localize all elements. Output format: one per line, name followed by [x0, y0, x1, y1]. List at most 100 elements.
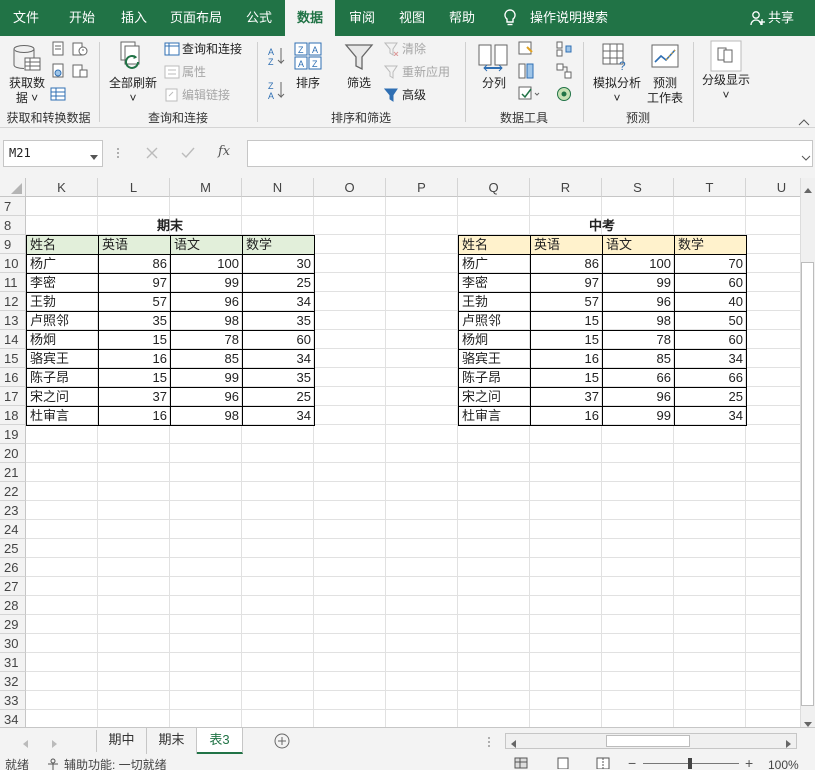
row-header-11[interactable]: 11 [0, 273, 26, 292]
share-button[interactable]: 共享 [768, 0, 794, 36]
table-score-cell[interactable]: 98 [602, 311, 675, 331]
refresh-all-button[interactable]: 全部刷新 ˅ [105, 76, 161, 106]
table-score-cell[interactable]: 97 [530, 273, 603, 293]
row-header-14[interactable]: 14 [0, 330, 26, 349]
table-score-cell[interactable]: 66 [602, 368, 675, 388]
reapply-button[interactable]: 重新应用 [402, 65, 450, 80]
refresh-all-icon[interactable] [118, 40, 148, 77]
table-name-cell[interactable]: 陈子昂 [26, 368, 99, 388]
table-score-cell[interactable]: 16 [530, 406, 603, 426]
row-header-7[interactable]: 7 [0, 197, 26, 216]
name-box[interactable]: M21 [3, 140, 103, 167]
row-header-25[interactable]: 25 [0, 539, 26, 558]
table-score-cell[interactable]: 57 [98, 292, 171, 312]
table-header-cell[interactable]: 英语 [98, 235, 171, 255]
worksheet-grid[interactable]: KLMNOPQRSTU 7 8 9 10 11 12 13 14 15 16 17 18 19 20 21 2… [0, 178, 800, 727]
scroll-left-icon[interactable] [510, 737, 516, 751]
table-score-cell[interactable]: 35 [242, 368, 315, 388]
table-name-cell[interactable]: 骆宾王 [26, 349, 99, 369]
table-score-cell[interactable]: 100 [170, 254, 243, 274]
row-header-16[interactable]: 16 [0, 368, 26, 387]
sort-za-icon[interactable]: ZA [268, 80, 286, 103]
filter-button[interactable]: 筛选 [347, 76, 371, 91]
normal-view-icon[interactable] [514, 757, 528, 770]
row-header-24[interactable]: 24 [0, 520, 26, 539]
column-header-R[interactable]: R [530, 178, 602, 197]
existing-connections-icon[interactable] [72, 63, 88, 82]
column-header-M[interactable]: M [170, 178, 242, 197]
queries-connections-button[interactable]: 查询和连接 [182, 42, 242, 57]
forecast-sheet-button[interactable]: 预测 工作表 [645, 76, 685, 106]
column-header-T[interactable]: T [674, 178, 746, 197]
table-header-cell[interactable]: 语文 [170, 235, 243, 255]
data-validation-icon[interactable] [518, 86, 542, 105]
table-score-cell[interactable]: 15 [98, 330, 171, 350]
table-score-cell[interactable]: 78 [602, 330, 675, 350]
recent-sources-icon[interactable] [72, 41, 88, 60]
table-name-cell[interactable]: 卢照邻 [458, 311, 531, 331]
tab-page-layout[interactable]: 页面布局 [162, 0, 230, 36]
relationships-icon[interactable] [556, 63, 572, 82]
tab-data[interactable]: 数据 [285, 0, 335, 36]
expand-formula-bar-icon[interactable] [801, 150, 811, 164]
share-person-icon[interactable] [750, 10, 766, 29]
edit-links-button[interactable]: 编辑链接 [182, 88, 230, 103]
horizontal-scrollbar[interactable] [505, 733, 797, 749]
properties-button[interactable]: 属性 [182, 65, 206, 80]
text-to-columns-icon[interactable] [478, 42, 510, 75]
table-score-cell[interactable]: 34 [242, 349, 315, 369]
filter-funnel-icon[interactable] [344, 42, 374, 75]
sort-az-icon[interactable]: AZ [268, 46, 286, 69]
what-if-analysis-button[interactable]: 模拟分析 ˅ [591, 76, 643, 106]
row-header-28[interactable]: 28 [0, 596, 26, 615]
table-score-cell[interactable]: 99 [170, 273, 243, 293]
table-header-cell[interactable]: 英语 [530, 235, 603, 255]
table-score-cell[interactable]: 50 [674, 311, 747, 331]
collapse-ribbon-icon[interactable] [798, 115, 810, 129]
table-score-cell[interactable]: 99 [602, 273, 675, 293]
table-score-cell[interactable]: 60 [674, 273, 747, 293]
row-header-15[interactable]: 15 [0, 349, 26, 368]
tab-formulas[interactable]: 公式 [234, 0, 284, 36]
tab-insert[interactable]: 插入 [108, 0, 160, 36]
from-text-icon[interactable] [50, 41, 66, 60]
table-score-cell[interactable]: 60 [674, 330, 747, 350]
remove-duplicates-icon[interactable] [518, 63, 534, 82]
data-model-icon[interactable] [556, 86, 572, 105]
table-score-cell[interactable]: 34 [674, 406, 747, 426]
table-score-cell[interactable]: 15 [530, 330, 603, 350]
what-if-analysis-icon[interactable]: ? [601, 42, 631, 75]
table-score-cell[interactable]: 34 [674, 349, 747, 369]
insert-function-icon[interactable]: fx [218, 144, 230, 159]
table-score-cell[interactable]: 100 [602, 254, 675, 274]
table-name-cell[interactable]: 卢照邻 [26, 311, 99, 331]
table-score-cell[interactable]: 86 [98, 254, 171, 274]
table-header-cell[interactable]: 姓名 [26, 235, 99, 255]
table-score-cell[interactable]: 57 [530, 292, 603, 312]
tab-split-grip-icon[interactable] [487, 736, 491, 751]
table-header-cell[interactable]: 数学 [674, 235, 747, 255]
table-name-cell[interactable]: 杨广 [458, 254, 531, 274]
table-score-cell[interactable]: 97 [98, 273, 171, 293]
table-score-cell[interactable]: 35 [242, 311, 315, 331]
table-header-cell[interactable]: 语文 [602, 235, 675, 255]
table-score-cell[interactable]: 16 [98, 406, 171, 426]
column-header-P[interactable]: P [386, 178, 458, 197]
next-sheet-icon[interactable] [52, 737, 58, 751]
table-score-cell[interactable]: 16 [98, 349, 171, 369]
table-name-cell[interactable]: 宋之问 [458, 387, 531, 407]
row-header-8[interactable]: 8 [0, 216, 26, 235]
get-data-button[interactable]: 获取数据 ˅ [7, 76, 47, 106]
table-score-cell[interactable]: 30 [242, 254, 315, 274]
lightbulb-icon[interactable] [503, 9, 517, 30]
row-header-33[interactable]: 33 [0, 691, 26, 710]
table-name-cell[interactable]: 李密 [458, 273, 531, 293]
table-header-cell[interactable]: 数学 [242, 235, 315, 255]
table-score-cell[interactable]: 16 [530, 349, 603, 369]
table-name-cell[interactable]: 杜审言 [458, 406, 531, 426]
advanced-filter-icon[interactable] [383, 88, 400, 105]
get-data-icon[interactable] [10, 42, 42, 77]
row-header-10[interactable]: 10 [0, 254, 26, 273]
column-header-N[interactable]: N [242, 178, 314, 197]
add-sheet-icon[interactable] [274, 733, 290, 752]
